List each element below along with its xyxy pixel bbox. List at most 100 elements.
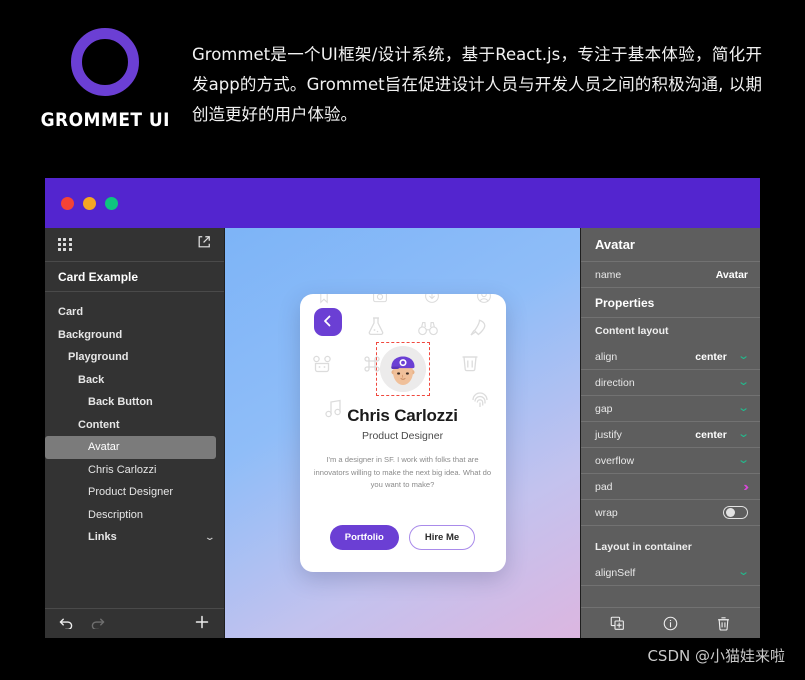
tree-item[interactable]: Chris Carlozzi bbox=[45, 459, 224, 482]
chevron-right-icon[interactable]: › bbox=[743, 480, 749, 493]
bear-icon bbox=[312, 355, 331, 373]
property-key: direction bbox=[595, 376, 635, 389]
header-banner: GROMMET UI Grommet是一个UI框架/设计系统，基于React.j… bbox=[0, 0, 805, 170]
tree-item[interactable]: Description bbox=[45, 504, 224, 527]
container-property-rows: alignSelf ⌄ bbox=[581, 560, 760, 586]
tree-item-label: Avatar bbox=[88, 441, 120, 454]
chevron-left-icon bbox=[323, 315, 332, 330]
portfolio-button[interactable]: Portfolio bbox=[329, 525, 399, 550]
tree-item-label: Playground bbox=[68, 351, 129, 364]
tree-item-label: Card bbox=[58, 306, 84, 319]
property-key: gap bbox=[595, 402, 613, 415]
properties-section-title: Properties bbox=[581, 288, 760, 318]
property-row-name[interactable]: name Avatar bbox=[581, 262, 760, 288]
card-description: I'm a designer in SF. I work with folks … bbox=[313, 455, 492, 489]
sidebar-title: Card Example bbox=[45, 262, 224, 292]
grommet-ring-logo-icon bbox=[71, 28, 139, 96]
info-circle-icon[interactable] bbox=[663, 616, 678, 631]
window-maximize-button[interactable] bbox=[105, 196, 118, 210]
tree-item[interactable]: Product Designer bbox=[45, 481, 224, 504]
property-row-wrap[interactable]: wrap bbox=[581, 500, 760, 526]
tree-item-label: Back bbox=[78, 373, 105, 386]
brand-wordmark: GROMMET UI bbox=[40, 110, 170, 131]
property-row-overflow[interactable]: overflow ⌄ bbox=[581, 448, 760, 474]
user-avatar-with-cap-icon[interactable] bbox=[379, 346, 426, 392]
window-minimize-button[interactable] bbox=[83, 196, 96, 210]
properties-bottom-toolbar bbox=[581, 608, 760, 638]
chevron-down-icon[interactable]: ⌄ bbox=[737, 567, 750, 578]
property-key: justify bbox=[595, 428, 622, 441]
brand-logo: GROMMET UI bbox=[30, 28, 180, 131]
flask-icon bbox=[368, 317, 383, 336]
grid-apps-icon[interactable] bbox=[58, 237, 72, 252]
chevron-down-icon[interactable]: ⌄ bbox=[737, 429, 750, 440]
toggle-switch[interactable] bbox=[723, 506, 748, 519]
window-close-button[interactable] bbox=[61, 196, 74, 210]
property-row-direction[interactable]: direction ⌄ bbox=[581, 370, 760, 396]
content-layout-label: Content layout bbox=[595, 325, 669, 337]
property-row-justify[interactable]: justify center ⌄ bbox=[581, 422, 760, 448]
user-circle-icon bbox=[476, 294, 491, 303]
sidebar-bottom-toolbar bbox=[45, 608, 224, 638]
undo-arrow-icon[interactable] bbox=[59, 616, 74, 632]
tree-item[interactable]: Avatar bbox=[45, 436, 216, 459]
chevron-down-icon[interactable]: ⌄ bbox=[737, 403, 750, 414]
card-role: Product Designer bbox=[361, 430, 444, 442]
avatar-selection-box[interactable] bbox=[375, 342, 430, 396]
layer-tree: Card Background Playground Back Back Button C… bbox=[45, 292, 224, 608]
card-name: Chris Carlozzi bbox=[347, 406, 458, 425]
properties-panel: Avatar name Avatar Properties Content la… bbox=[580, 228, 760, 638]
external-link-icon[interactable] bbox=[197, 235, 211, 254]
chevron-down-icon[interactable]: ⌄ bbox=[205, 532, 216, 543]
property-rows: align center ⌄ direction ⌄ gap ⌄ justify center ⌄… bbox=[581, 344, 760, 526]
layout-in-container-label: Layout in container bbox=[595, 541, 692, 553]
hire-me-button[interactable]: Hire Me bbox=[408, 525, 476, 550]
tree-item-label: Chris Carlozzi bbox=[88, 463, 157, 476]
properties-panel-title: Avatar bbox=[581, 228, 760, 262]
camera-icon bbox=[372, 294, 387, 303]
properties-spacer bbox=[581, 586, 760, 608]
property-key: pad bbox=[595, 480, 613, 493]
property-row-pad[interactable]: pad › bbox=[581, 474, 760, 500]
tree-item-label: Description bbox=[88, 508, 144, 521]
property-key: overflow bbox=[595, 454, 635, 467]
tree-item-label: Background bbox=[58, 328, 123, 341]
profile-card[interactable]: Chris Carlozzi Product Designer I'm a de… bbox=[299, 294, 506, 572]
tree-item[interactable]: Back bbox=[45, 369, 224, 392]
app-window: Card Example Card Background Playground Bac… bbox=[45, 178, 760, 638]
tree-item[interactable]: Content bbox=[45, 414, 224, 437]
tree-item[interactable]: Playground bbox=[45, 346, 224, 369]
tree-item-label: Product Designer bbox=[88, 486, 173, 499]
card-back-button[interactable] bbox=[313, 308, 342, 336]
download-circle-icon bbox=[424, 294, 439, 303]
redo-arrow-icon[interactable] bbox=[90, 616, 105, 632]
property-key: alignSelf bbox=[595, 566, 636, 579]
tree-item[interactable]: Card bbox=[45, 301, 224, 324]
plus-icon[interactable] bbox=[194, 614, 210, 633]
card-actions: Portfolio Hire Me bbox=[300, 525, 506, 550]
property-value: Avatar bbox=[715, 268, 748, 281]
bookmark-icon bbox=[319, 294, 328, 304]
chevron-down-icon[interactable]: ⌄ bbox=[737, 351, 750, 362]
property-row-gap[interactable]: gap ⌄ bbox=[581, 396, 760, 422]
property-value: center bbox=[695, 428, 727, 441]
window-titlebar bbox=[45, 178, 760, 228]
tree-item[interactable]: Links ⌄ bbox=[45, 526, 224, 549]
tree-item-label: Content bbox=[78, 418, 120, 431]
tree-item-label: Back Button bbox=[88, 396, 153, 409]
tree-item[interactable]: Back Button bbox=[45, 391, 224, 414]
duplicate-add-icon[interactable] bbox=[610, 616, 625, 631]
tree-item[interactable]: Background bbox=[45, 324, 224, 347]
sidebar-toolbar bbox=[45, 228, 224, 262]
property-value: center bbox=[695, 350, 727, 363]
chevron-down-icon[interactable]: ⌄ bbox=[737, 377, 750, 388]
property-row-alignSelf[interactable]: alignSelf ⌄ bbox=[581, 560, 760, 586]
chevron-down-icon[interactable]: ⌄ bbox=[737, 455, 750, 466]
property-row-align[interactable]: align center ⌄ bbox=[581, 344, 760, 370]
rocket-icon bbox=[469, 319, 485, 336]
property-key: wrap bbox=[595, 506, 618, 519]
trash-icon[interactable] bbox=[716, 616, 731, 631]
design-canvas[interactable]: Chris Carlozzi Product Designer I'm a de… bbox=[225, 228, 580, 638]
banner-description: Grommet是一个UI框架/设计系统，基于React.js，专注于基本体验，简… bbox=[192, 45, 762, 124]
binoculars-icon bbox=[417, 321, 438, 336]
